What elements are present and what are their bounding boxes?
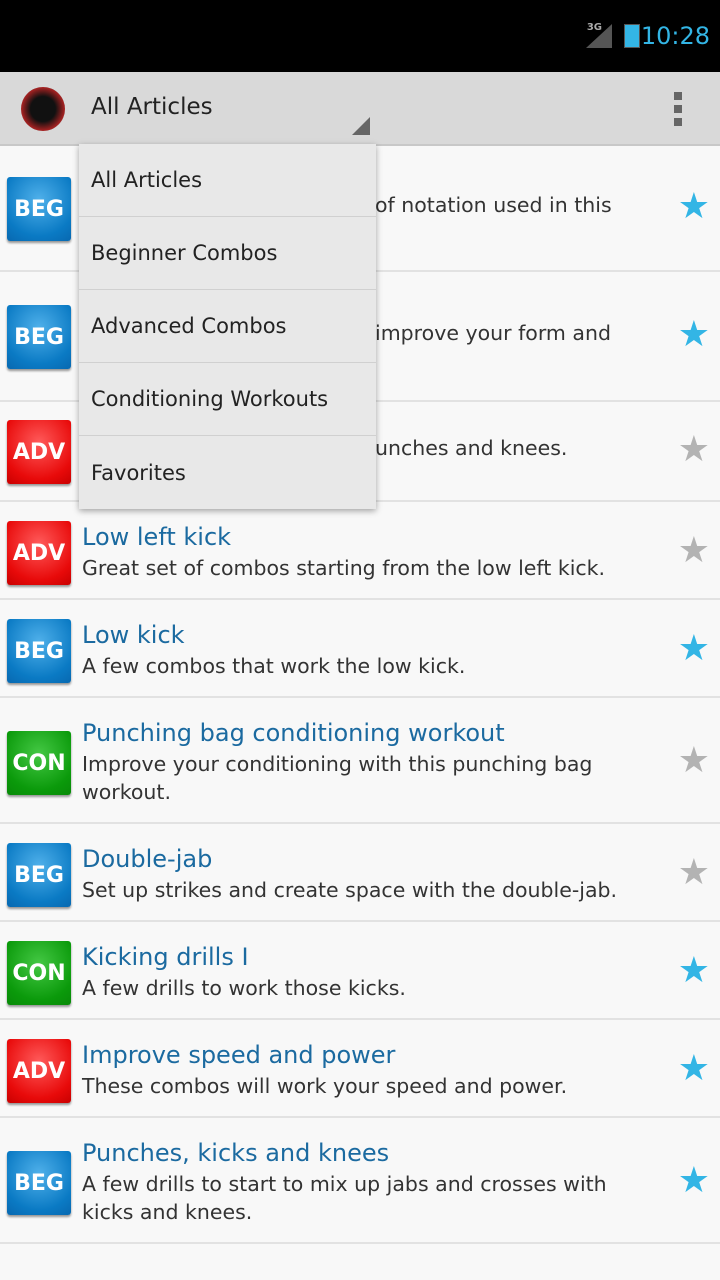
level-badge: ADV bbox=[7, 521, 71, 585]
article-row[interactable]: BEG Punches, kicks and knees A few drill… bbox=[0, 1118, 720, 1244]
article-description: A few combos that work the low kick. bbox=[82, 654, 466, 678]
article-row[interactable]: CON Punching bag conditioning workout Im… bbox=[0, 698, 720, 824]
favorite-star-icon[interactable]: ★ bbox=[678, 1049, 710, 1089]
action-bar: All Articles bbox=[0, 72, 720, 146]
article-row[interactable]: CON Kicking drills I A few drills to wor… bbox=[0, 922, 720, 1020]
article-title: Kicking drills I bbox=[82, 943, 249, 971]
battery-icon bbox=[624, 24, 640, 48]
spinner-selected: All Articles bbox=[91, 94, 213, 120]
level-badge: BEG bbox=[7, 177, 71, 241]
dropdown-item[interactable]: Advanced Combos bbox=[79, 290, 376, 363]
level-badge: ADV bbox=[7, 420, 71, 484]
level-badge: CON bbox=[7, 731, 71, 795]
level-badge: BEG bbox=[7, 305, 71, 369]
article-description: Improve your conditioning with this punc… bbox=[82, 752, 593, 804]
dropdown-item[interactable]: Favorites bbox=[79, 436, 376, 509]
article-title: Low kick bbox=[82, 621, 185, 649]
spinner-arrow-icon bbox=[352, 117, 370, 135]
favorite-star-icon[interactable]: ★ bbox=[678, 741, 710, 781]
favorite-star-icon[interactable]: ★ bbox=[678, 1161, 710, 1201]
article-title: Punching bag conditioning workout bbox=[82, 719, 505, 747]
article-row[interactable]: BEG Low kick A few combos that work the … bbox=[0, 600, 720, 698]
app-logo[interactable] bbox=[21, 87, 65, 131]
category-dropdown: All Articles Beginner Combos Advanced Comb… bbox=[79, 144, 376, 509]
article-description: A few drills to start to mix up jabs and… bbox=[82, 1172, 607, 1224]
article-title: Improve speed and power bbox=[82, 1041, 396, 1069]
level-badge: ADV bbox=[7, 1039, 71, 1103]
favorite-star-icon[interactable]: ★ bbox=[678, 187, 710, 227]
article-description: Great set of combos starting from the lo… bbox=[82, 556, 606, 580]
article-row[interactable]: ADV Improve speed and power These combos… bbox=[0, 1020, 720, 1118]
overflow-menu-icon[interactable] bbox=[672, 92, 684, 126]
article-row[interactable]: BEG Double-jab Set up strikes and create… bbox=[0, 824, 720, 922]
favorite-star-icon[interactable]: ★ bbox=[678, 629, 710, 669]
article-description: improve your form and bbox=[375, 321, 611, 345]
article-title: Double-jab bbox=[82, 845, 213, 873]
favorite-star-icon[interactable]: ★ bbox=[678, 951, 710, 991]
level-badge: CON bbox=[7, 941, 71, 1005]
clock: 10:28 bbox=[640, 22, 710, 50]
level-badge: BEG bbox=[7, 619, 71, 683]
favorite-star-icon[interactable]: ★ bbox=[678, 315, 710, 355]
level-badge: BEG bbox=[7, 1151, 71, 1215]
article-description: A few drills to work those kicks. bbox=[82, 976, 406, 1000]
article-description: Set up strikes and create space with the… bbox=[82, 878, 618, 902]
article-description: unches and knees. bbox=[375, 436, 568, 460]
dropdown-item[interactable]: All Articles bbox=[79, 144, 376, 217]
article-row[interactable]: ADV Low left kick Great set of combos st… bbox=[0, 502, 720, 600]
favorite-star-icon[interactable]: ★ bbox=[678, 853, 710, 893]
article-description: of notation used in this bbox=[375, 193, 612, 217]
favorite-star-icon[interactable]: ★ bbox=[678, 430, 710, 470]
favorite-star-icon[interactable]: ★ bbox=[678, 531, 710, 571]
status-bar: 3G 10:28 bbox=[0, 0, 720, 72]
dropdown-item[interactable]: Conditioning Workouts bbox=[79, 363, 376, 436]
signal-icon bbox=[586, 24, 612, 48]
dropdown-item[interactable]: Beginner Combos bbox=[79, 217, 376, 290]
article-title: Punches, kicks and knees bbox=[82, 1139, 390, 1167]
article-description: These combos will work your speed and po… bbox=[82, 1074, 568, 1098]
article-title: Low left kick bbox=[82, 523, 232, 551]
level-badge: BEG bbox=[7, 843, 71, 907]
